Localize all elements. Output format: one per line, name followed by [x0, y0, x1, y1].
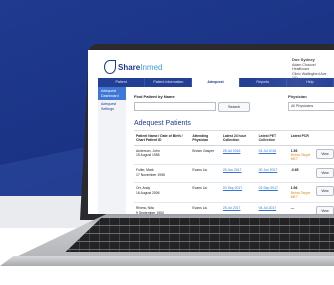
- tab-patient[interactable]: Patient: [98, 78, 146, 87]
- view-button[interactable]: View: [315, 168, 334, 179]
- pet-collection-link[interactable]: 30 Jun 2017: [256, 164, 289, 184]
- pcr-note: Below Target MET: [290, 190, 311, 200]
- table-header-row: Patient Name / Date of Birth / Chart Pat…: [134, 132, 334, 146]
- laptop-screen: Share Inmed Doe Sydney Adam Chauvel Healt…: [88, 50, 334, 214]
- tab-adequest[interactable]: Adequest: [192, 78, 240, 87]
- patient-dob: 17 November 1955: [136, 172, 165, 177]
- column-header: Attending Physician: [190, 132, 221, 146]
- title-divider: [134, 130, 334, 131]
- keyboard-rows: [65, 218, 334, 252]
- patient-dob: 16 August 2006: [136, 190, 160, 195]
- pet-collection-link[interactable]: 04 Jul 2017: [256, 202, 289, 214]
- find-patient-label: Find Patient by Name: [134, 94, 175, 99]
- column-header: [313, 132, 334, 146]
- view-button[interactable]: View: [315, 206, 334, 214]
- physician-label: Physician: [288, 94, 307, 99]
- pet-collection-link[interactable]: 03 Sep 2017: [256, 182, 289, 204]
- column-header: Latest PCR: [288, 132, 314, 146]
- attending-physician: Evans Liu: [190, 164, 221, 184]
- pcr-value: —: [290, 206, 295, 211]
- sidebar-item-adequest-dashboard[interactable]: Adequest Dashboard: [98, 87, 126, 100]
- pcr-note: Below Target MET: [290, 152, 311, 162]
- app-logo[interactable]: Share Inmed: [104, 60, 162, 74]
- sidebar-item-adequest-settings[interactable]: Adequest Settings: [98, 100, 126, 113]
- patients-table: Patient Name / Date of Birth / Chart Pat…: [134, 132, 334, 214]
- laptop-front-edge: [0, 256, 334, 266]
- page-title: Adequest Patients: [134, 120, 191, 127]
- main-nav: Patient Patient Information Adequest Report…: [98, 78, 334, 87]
- logo-text-sub: Inmed: [140, 62, 163, 72]
- collection-24h-link[interactable]: 25 Jul 2016: [220, 145, 257, 166]
- attending-physician: Evans Liu: [190, 202, 221, 214]
- sidebar: Adequest Dashboard Adequest Settings: [98, 87, 126, 214]
- user-name: Doe Sydney: [292, 57, 315, 62]
- collection-24h-link[interactable]: 25 Jun 2017: [220, 164, 257, 184]
- attending-physician: Brown Gasper: [190, 145, 221, 166]
- patient-dob: 9 September 1950: [136, 210, 164, 214]
- view-button[interactable]: View: [315, 186, 334, 197]
- tab-patient-information[interactable]: Patient Information: [145, 78, 193, 87]
- table-row: Anderson, John 15 August 1958 Brown Gasper…: [134, 145, 334, 166]
- patient-dob: 15 August 1958: [136, 152, 160, 157]
- pet-collection-link[interactable]: 04 Jul 2016: [256, 145, 289, 166]
- column-header: Latest 24 hour Collection: [220, 132, 257, 146]
- pcr-value: -0.65: [290, 168, 299, 173]
- table-row: Fuller, Mark 17 November 1955 Evans Liu 25 …: [134, 164, 334, 184]
- collection-24h-link[interactable]: 25 Jul 2017: [220, 202, 257, 214]
- tab-reports[interactable]: Reports: [240, 78, 287, 87]
- logo-icon: [104, 60, 116, 74]
- view-button[interactable]: View: [315, 148, 334, 159]
- collection-24h-link[interactable]: 03 Sep 2017: [220, 182, 257, 204]
- physician-select[interactable]: All Physicians: [288, 102, 334, 111]
- column-header: Latest PET Collection: [256, 132, 289, 146]
- find-patient-input[interactable]: [134, 102, 216, 111]
- attending-physician: Evans Liu: [190, 182, 221, 204]
- logo-text-main: Share: [118, 62, 141, 72]
- table-row: Orr, Andy 16 August 2006 Evans Liu 03 Sep 2…: [134, 182, 334, 204]
- search-button[interactable]: Search: [218, 102, 250, 112]
- table-row: Rivera, Nita 9 September 1950 Evans Liu 25 …: [134, 202, 334, 214]
- user-organization: Adam Chauvel Healthcare: [292, 62, 316, 72]
- column-header: Patient Name / Date of Birth / Chart Pat…: [134, 132, 191, 146]
- tab-help[interactable]: Help: [287, 78, 334, 87]
